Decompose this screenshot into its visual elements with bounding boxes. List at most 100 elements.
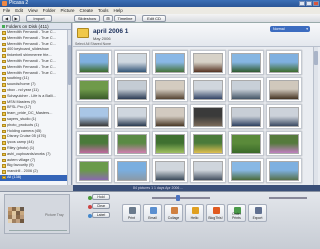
- photo-thumbnail[interactable]: [228, 131, 264, 156]
- view-dropdown[interactable]: Normal: [270, 26, 310, 32]
- back-button[interactable]: ◀: [2, 15, 11, 22]
- photo-thumbnail[interactable]: [114, 104, 150, 129]
- zoom-track-secondary: [269, 197, 307, 199]
- photo-thumbnail[interactable]: [228, 77, 264, 102]
- menu-folder[interactable]: Folder: [43, 7, 56, 14]
- photo-thumbnail[interactable]: [114, 77, 150, 102]
- close-button[interactable]: [313, 1, 319, 6]
- photo-thumbnail[interactable]: [114, 50, 150, 75]
- folder-name: southing (11): [7, 76, 29, 81]
- thumbnail-size-slider[interactable]: [146, 195, 216, 201]
- photo-blue-sky: [117, 160, 147, 181]
- photo-thumbnail[interactable]: [190, 77, 226, 102]
- timeline-button[interactable]: Timeline: [114, 15, 136, 22]
- folder-title[interactable]: april 2006 1: [93, 28, 128, 35]
- photo-people-portrait: [231, 79, 261, 100]
- folder-icon: [2, 88, 6, 93]
- folder-icon: [2, 141, 6, 145]
- photo-thumbnail[interactable]: [152, 77, 188, 102]
- menu-bar: File Edit View Folder Picture Create Too…: [0, 7, 320, 14]
- menu-view[interactable]: View: [28, 7, 38, 14]
- photo-thumbnail[interactable]: [190, 131, 226, 156]
- folder-icon: [2, 83, 6, 87]
- import-button[interactable]: Import: [26, 15, 52, 22]
- folder-name: 400 keyboard_slideshow: [7, 47, 49, 52]
- photo-thumbnail[interactable]: [266, 77, 302, 102]
- clear-button[interactable]: Clear: [88, 203, 110, 209]
- folder-icon: [2, 65, 6, 70]
- menu-tools[interactable]: Tools: [98, 7, 109, 14]
- photo-thumbnail[interactable]: [266, 104, 302, 129]
- menu-create[interactable]: Create: [80, 7, 94, 14]
- photo-blue-sky: [155, 52, 185, 73]
- print-button[interactable]: Print: [122, 204, 141, 222]
- photo-thumbnail[interactable]: [76, 50, 112, 75]
- menu-picture[interactable]: Picture: [60, 7, 74, 14]
- photo-thumbnail[interactable]: [76, 104, 112, 129]
- photo-thumbnail[interactable]: [152, 50, 188, 75]
- photo-thumbnail[interactable]: [114, 158, 150, 183]
- library-view: april 2006 1 May 2006 Select All Shared …: [73, 23, 320, 185]
- timeline-icon[interactable]: ⊞: [103, 15, 113, 22]
- folder-icon: [2, 158, 6, 163]
- collage-icon: [171, 207, 178, 214]
- photo-thumbnail[interactable]: [152, 104, 188, 129]
- order-prints-button[interactable]: Order Prints: [227, 204, 246, 222]
- photo-thumbnail[interactable]: [76, 158, 112, 183]
- selection-links[interactable]: Select All Shared None: [75, 42, 111, 46]
- photo-people-portrait: [269, 79, 299, 100]
- slideshow-button[interactable]: Slideshow: [74, 15, 100, 22]
- folder-icon: [2, 94, 6, 99]
- photo-thumbnail[interactable]: [190, 104, 226, 129]
- action-label: BlogThis!: [208, 216, 223, 220]
- photo-thumbnail[interactable]: [190, 50, 226, 75]
- zoom-slider-secondary[interactable]: [264, 195, 312, 201]
- photo-thumbnail[interactable]: [228, 104, 264, 129]
- photo-blue-sky: [231, 160, 261, 181]
- folder-name: Holding camera (45): [7, 128, 42, 133]
- label-button[interactable]: Label: [88, 212, 110, 218]
- folder-item[interactable]: All (138): [0, 174, 71, 181]
- sidebar-scrollbar[interactable]: [67, 30, 71, 185]
- photo-thumbnail[interactable]: [190, 158, 226, 183]
- forward-button[interactable]: ▶: [12, 15, 20, 22]
- folder-name: Riley (photo) (1): [7, 145, 35, 150]
- sidebar-header[interactable]: Folders on Disk (411): [0, 23, 71, 30]
- menu-help[interactable]: Help: [114, 7, 123, 14]
- export-button[interactable]: Export: [248, 204, 267, 222]
- photo-thumbnail[interactable]: [76, 77, 112, 102]
- maximize-button[interactable]: [306, 1, 312, 6]
- menu-file[interactable]: File: [3, 7, 10, 14]
- sidebar-scroll-thumb[interactable]: [68, 45, 71, 85]
- edit-cd-button[interactable]: Edit CD: [142, 15, 166, 22]
- minimize-button[interactable]: [299, 1, 305, 6]
- library-scrollbar[interactable]: [313, 47, 318, 185]
- label-icon: [88, 213, 92, 218]
- email-button[interactable]: Email: [143, 204, 162, 222]
- hold-button[interactable]: Hold: [88, 194, 110, 200]
- photo-thumbnail[interactable]: [266, 50, 302, 75]
- mosaic-tile: [20, 219, 24, 223]
- blogthis-button[interactable]: BlogThis!: [206, 204, 225, 222]
- bottom-panel: Picture Tray Hold Clear Label Print Email…: [0, 191, 320, 249]
- library-scroll-thumb[interactable]: [314, 51, 318, 65]
- photo-thumbnail[interactable]: [152, 131, 188, 156]
- menu-edit[interactable]: Edit: [15, 7, 23, 14]
- photo-blue-sky: [269, 160, 299, 181]
- folder-icon: [2, 112, 6, 116]
- hello-button[interactable]: Hello: [185, 204, 204, 222]
- photo-thumbnail[interactable]: [114, 131, 150, 156]
- photo-thumbnail[interactable]: [266, 131, 302, 156]
- photo-thumbnail[interactable]: [152, 158, 188, 183]
- photo-thumbnail[interactable]: [76, 131, 112, 156]
- photo-thumbnail[interactable]: [228, 50, 264, 75]
- photo-people-portrait: [117, 79, 147, 100]
- folder-name: autem village (7): [7, 157, 36, 162]
- photo-thumbnail[interactable]: [266, 158, 302, 183]
- collage-button[interactable]: Collage: [164, 204, 183, 222]
- folder-date: May 2006: [93, 36, 111, 41]
- photo-thumbnail[interactable]: [228, 158, 264, 183]
- folder-name: BFSL Pro (17): [7, 105, 32, 110]
- zoom-knob[interactable]: [176, 195, 180, 201]
- folder-icon: [2, 48, 6, 52]
